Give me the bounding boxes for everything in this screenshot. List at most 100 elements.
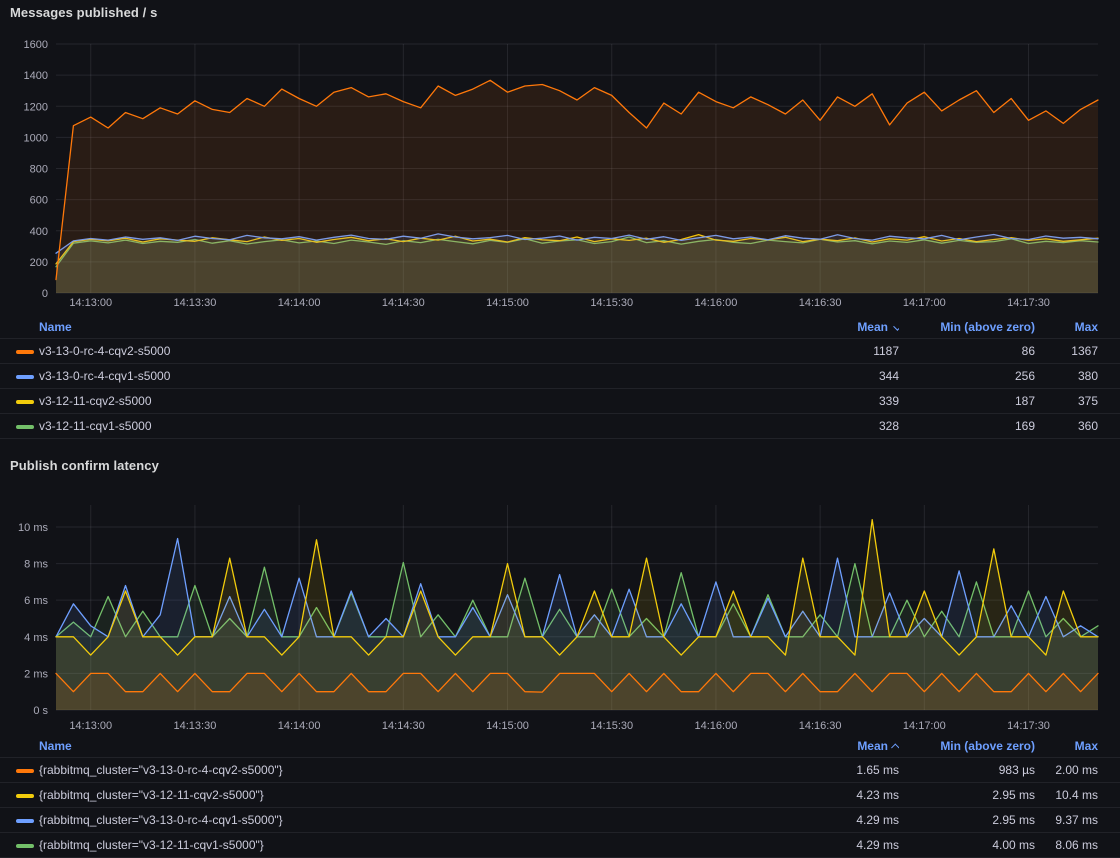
series-mean-value: 344 <box>794 369 899 383</box>
series-name[interactable]: v3-13-0-rc-4-cqv2-s5000 <box>39 344 794 358</box>
legend-header-max[interactable]: Max <box>1035 320 1098 334</box>
legend-header-name[interactable]: Name <box>39 739 794 753</box>
series-color-swatch[interactable] <box>16 819 34 823</box>
series-name[interactable]: v3-13-0-rc-4-cqv1-s5000 <box>39 369 794 383</box>
series-color-swatch[interactable] <box>16 400 34 404</box>
series-mean-value: 1.65 ms <box>794 763 899 777</box>
legend-row: {rabbitmq_cluster="v3-13-0-rc-4-cqv2-s50… <box>0 758 1120 783</box>
sort-asc-icon <box>891 743 899 751</box>
messages-published-legend: NameMeanMin (above zero)Maxv3-13-0-rc-4-… <box>0 316 1120 439</box>
x-axis-tick-label: 14:15:00 <box>486 720 529 732</box>
y-axis-tick-label: 200 <box>30 257 48 269</box>
x-axis-tick-label: 14:16:00 <box>695 720 738 732</box>
legend-header-max[interactable]: Max <box>1035 739 1098 753</box>
legend-header-min[interactable]: Min (above zero) <box>899 739 1035 753</box>
series-name[interactable]: v3-12-11-cqv2-s5000 <box>39 394 794 408</box>
series-mean-value: 1187 <box>794 344 899 358</box>
series-max-value: 380 <box>1035 369 1098 383</box>
y-axis-tick-label: 800 <box>30 164 48 176</box>
y-axis-tick-label: 1400 <box>24 70 48 82</box>
series-color-swatch[interactable] <box>16 425 34 429</box>
x-axis-tick-label: 14:16:30 <box>799 720 842 732</box>
x-axis-tick-label: 14:16:30 <box>799 297 842 309</box>
series-name[interactable]: {rabbitmq_cluster="v3-12-11-cqv1-s5000"} <box>39 838 794 852</box>
series-mean-value: 4.29 ms <box>794 838 899 852</box>
series-color-swatch[interactable] <box>16 350 34 354</box>
y-axis-tick-label: 8 ms <box>24 559 48 571</box>
series-swatch-cell <box>16 813 39 827</box>
messages-published-plot[interactable]: 0200400600800100012001400160014:13:0014:… <box>0 0 1120 315</box>
series-name[interactable]: {rabbitmq_cluster="v3-13-0-rc-4-cqv1-s50… <box>39 813 794 827</box>
x-axis-tick-label: 14:13:30 <box>174 297 217 309</box>
series-min-value: 169 <box>899 419 1035 433</box>
x-axis-tick-label: 14:16:00 <box>695 297 738 309</box>
legend-row: v3-12-11-cqv1-s5000328169360 <box>0 414 1120 439</box>
x-axis-tick-label: 14:15:30 <box>590 720 633 732</box>
series-swatch-cell <box>16 763 39 777</box>
y-axis-tick-label: 1600 <box>24 39 48 51</box>
x-axis-tick-label: 14:14:00 <box>278 720 321 732</box>
series-swatch-cell <box>16 394 39 408</box>
legend-row: v3-13-0-rc-4-cqv1-s5000344256380 <box>0 364 1120 389</box>
series-name[interactable]: v3-12-11-cqv1-s5000 <box>39 419 794 433</box>
legend-row: {rabbitmq_cluster="v3-12-11-cqv1-s5000"}… <box>0 833 1120 858</box>
series-fill <box>56 80 1098 293</box>
series-name[interactable]: {rabbitmq_cluster="v3-12-11-cqv2-s5000"} <box>39 788 794 802</box>
series-max-value: 375 <box>1035 394 1098 408</box>
y-axis-tick-label: 1200 <box>24 101 48 113</box>
y-axis-tick-label: 1000 <box>24 132 48 144</box>
x-axis-tick-label: 14:17:30 <box>1007 720 1050 732</box>
series-swatch-cell <box>16 344 39 358</box>
legend-header-mean[interactable]: Mean <box>794 320 899 334</box>
series-min-value: 86 <box>899 344 1035 358</box>
x-axis-tick-label: 14:13:30 <box>174 720 217 732</box>
y-axis-tick-label: 0 <box>42 288 48 300</box>
series-mean-value: 4.29 ms <box>794 813 899 827</box>
series-color-swatch[interactable] <box>16 375 34 379</box>
x-axis-tick-label: 14:17:00 <box>903 720 946 732</box>
legend-row: {rabbitmq_cluster="v3-12-11-cqv2-s5000"}… <box>0 783 1120 808</box>
series-min-value: 187 <box>899 394 1035 408</box>
series-mean-value: 328 <box>794 419 899 433</box>
series-mean-value: 4.23 ms <box>794 788 899 802</box>
legend-header-min[interactable]: Min (above zero) <box>899 320 1035 334</box>
series-min-value: 2.95 ms <box>899 788 1035 802</box>
x-axis-tick-label: 14:14:00 <box>278 297 321 309</box>
x-axis-tick-label: 14:14:30 <box>382 297 425 309</box>
legend-row: v3-13-0-rc-4-cqv2-s50001187861367 <box>0 339 1120 364</box>
y-axis-tick-label: 2 ms <box>24 668 48 680</box>
x-axis-tick-label: 14:15:30 <box>590 297 633 309</box>
legend-header-name[interactable]: Name <box>39 320 794 334</box>
series-max-value: 1367 <box>1035 344 1098 358</box>
x-axis-tick-label: 14:13:00 <box>69 297 112 309</box>
x-axis-tick-label: 14:14:30 <box>382 720 425 732</box>
series-color-swatch[interactable] <box>16 769 34 773</box>
series-swatch-cell <box>16 788 39 802</box>
series-color-swatch[interactable] <box>16 794 34 798</box>
y-axis-tick-label: 0 s <box>33 705 48 717</box>
publish-confirm-latency-plot[interactable]: 0 s2 ms4 ms6 ms8 ms10 ms14:13:0014:13:30… <box>0 455 1120 740</box>
dashboard: Messages published / s 02004006008001000… <box>0 0 1120 857</box>
series-swatch-cell <box>16 419 39 433</box>
series-max-value: 2.00 ms <box>1035 763 1098 777</box>
y-axis-tick-label: 10 ms <box>18 522 48 534</box>
legend-header-row: NameMeanMin (above zero)Max <box>0 316 1120 339</box>
series-min-value: 983 µs <box>899 763 1035 777</box>
series-color-swatch[interactable] <box>16 844 34 848</box>
y-axis-tick-label: 4 ms <box>24 632 48 644</box>
series-max-value: 9.37 ms <box>1035 813 1098 827</box>
publish-confirm-latency-legend: NameMeanMin (above zero)Max {rabbitmq_clu… <box>0 735 1120 858</box>
y-axis-tick-label: 6 ms <box>24 595 48 607</box>
legend-header-row: NameMeanMin (above zero)Max <box>0 735 1120 758</box>
series-min-value: 4.00 ms <box>899 838 1035 852</box>
series-swatch-cell <box>16 838 39 852</box>
legend-row: v3-12-11-cqv2-s5000339187375 <box>0 389 1120 414</box>
legend-header-mean[interactable]: Mean <box>794 739 899 753</box>
series-name[interactable]: {rabbitmq_cluster="v3-13-0-rc-4-cqv2-s50… <box>39 763 794 777</box>
legend-row: {rabbitmq_cluster="v3-13-0-rc-4-cqv1-s50… <box>0 808 1120 833</box>
series-mean-value: 339 <box>794 394 899 408</box>
y-axis-tick-label: 600 <box>30 195 48 207</box>
series-max-value: 8.06 ms <box>1035 838 1098 852</box>
series-max-value: 360 <box>1035 419 1098 433</box>
sort-desc-icon <box>893 322 899 330</box>
